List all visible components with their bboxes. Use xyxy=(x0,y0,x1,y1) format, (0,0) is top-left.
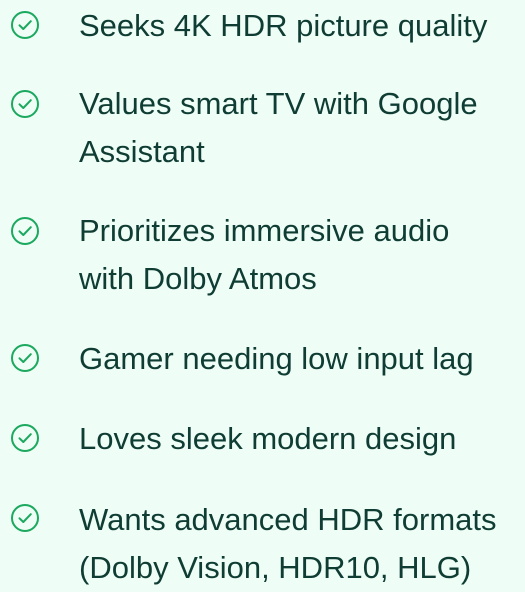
list-item-label: Prioritizes immersive audio with Dolby A… xyxy=(79,207,521,303)
criteria-list: Seeks 4K HDR picture quality Values smar… xyxy=(0,0,525,588)
list-item-line: Loves sleek modern design xyxy=(79,421,457,456)
list-item-line: Gamer needing low input lag xyxy=(79,341,474,376)
check-circle-icon xyxy=(10,10,40,40)
list-item-label: Wants advanced HDR formats (Dolby Vision… xyxy=(79,496,521,592)
list-item-line: with Dolby Atmos xyxy=(79,261,317,296)
check-circle-icon xyxy=(10,423,40,453)
list-item-label: Seeks 4K HDR picture quality xyxy=(79,2,521,50)
check-circle-icon xyxy=(10,503,40,533)
list-item-line: Assistant xyxy=(79,134,205,169)
list-item-line: Prioritizes immersive audio xyxy=(79,213,450,248)
list-item-line: Values smart TV with Google xyxy=(79,86,478,121)
list-item-line: (Dolby Vision, HDR10, HLG) xyxy=(79,550,472,585)
list-item-line: Seeks 4K HDR picture quality xyxy=(79,8,488,43)
check-circle-icon xyxy=(10,89,40,119)
list-item-label: Loves sleek modern design xyxy=(79,415,521,463)
check-circle-icon xyxy=(10,216,40,246)
list-item-label: Gamer needing low input lag xyxy=(79,335,521,383)
check-circle-icon xyxy=(10,343,40,373)
list-item-label: Values smart TV with Google Assistant xyxy=(79,80,521,176)
list-item-line: Wants advanced HDR formats xyxy=(79,502,497,537)
